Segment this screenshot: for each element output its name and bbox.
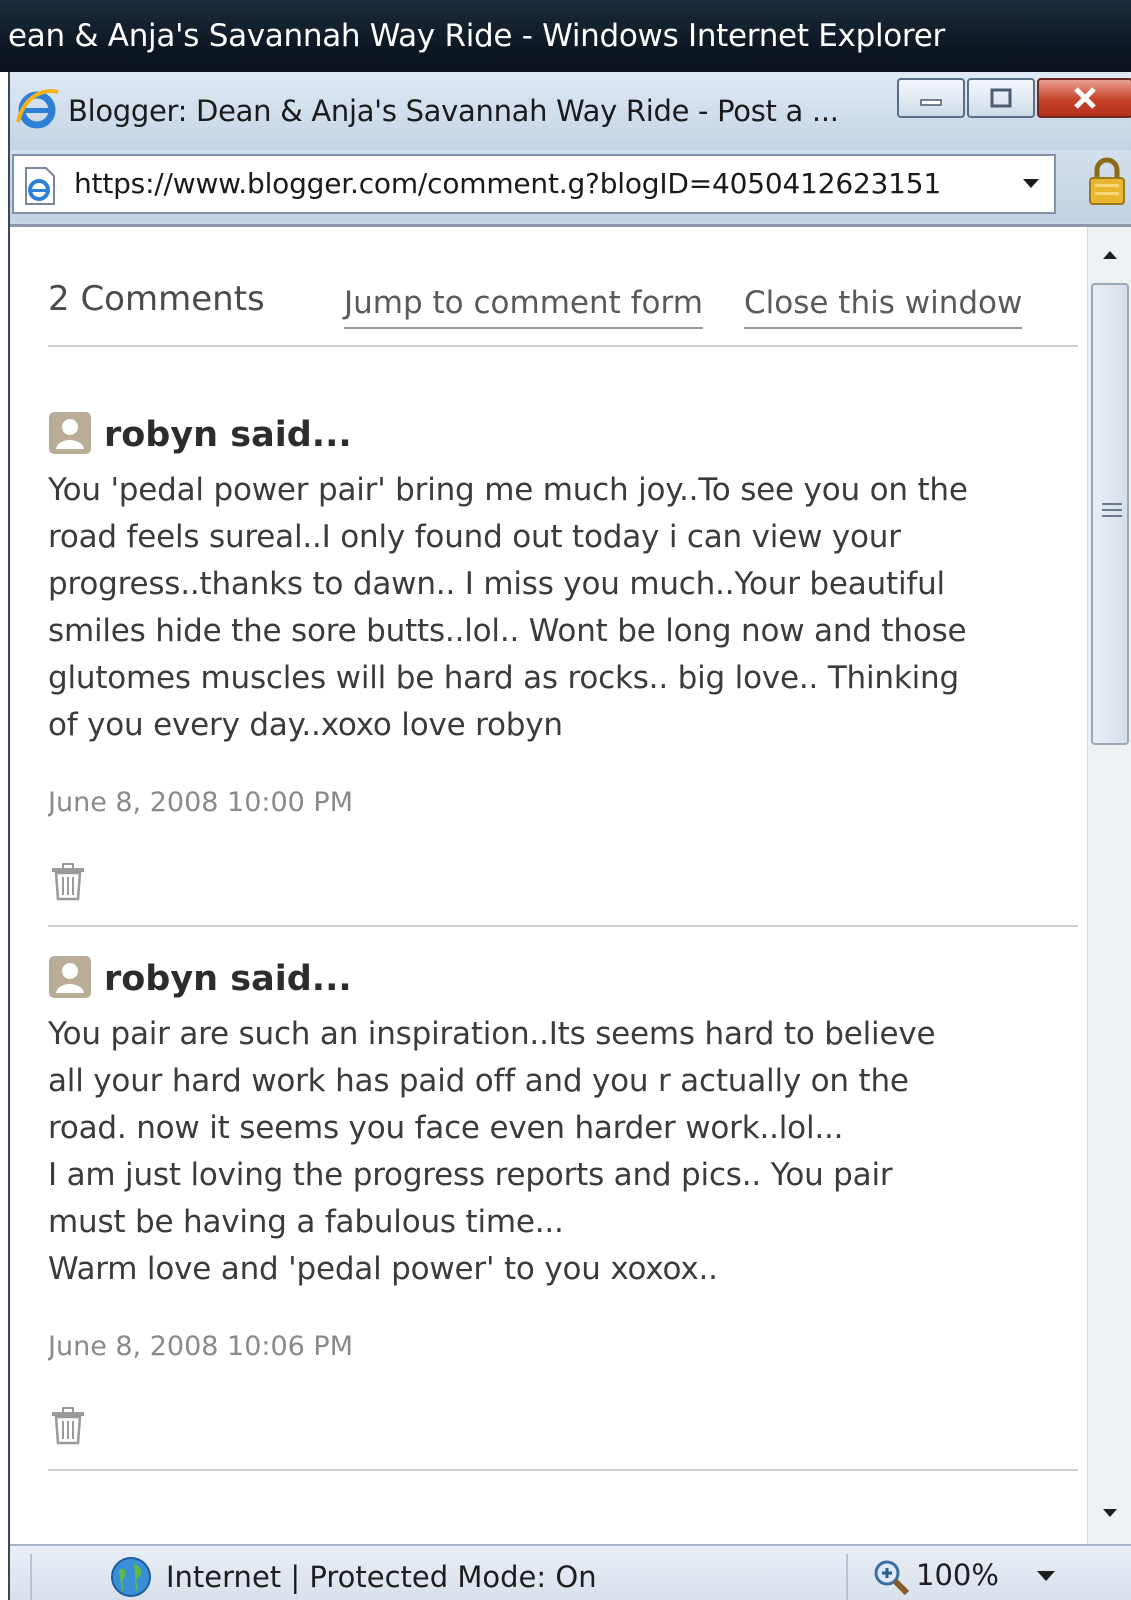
comment-line: I am just loving the progress reports an… bbox=[48, 1157, 893, 1193]
jump-to-comment-form-link[interactable]: Jump to comment form bbox=[344, 285, 703, 329]
comment-line: road. now it seems you face even harder … bbox=[48, 1110, 844, 1146]
status-bar: Internet | Protected Mode: On 100% bbox=[10, 1544, 1131, 1600]
popup-title-bar: Blogger: Dean & Anja's Savannah Way Ride… bbox=[10, 72, 1131, 150]
comment-author[interactable]: robyn said... bbox=[104, 415, 352, 455]
close-icon bbox=[1039, 80, 1131, 116]
outer-window-title: ean & Anja's Savannah Way Ride - Windows… bbox=[0, 0, 1131, 72]
comments-count: 2 Comments bbox=[48, 279, 265, 319]
address-bar: https://www.blogger.com/comment.g?blogID… bbox=[10, 150, 1131, 222]
ie-logo-icon bbox=[16, 89, 59, 129]
trash-icon[interactable] bbox=[48, 861, 88, 901]
comment-line: glutomes muscles will be hard as rocks..… bbox=[48, 660, 959, 696]
comment-separator bbox=[48, 1469, 1078, 1471]
arrow-down-icon bbox=[1103, 1509, 1117, 1517]
comments-page: 2 Comments Jump to comment form Close th… bbox=[48, 227, 1078, 1547]
lock-icon[interactable] bbox=[1087, 156, 1127, 206]
close-this-window-link[interactable]: Close this window bbox=[744, 285, 1023, 329]
comment-author[interactable]: robyn said... bbox=[104, 959, 352, 999]
security-zone-text[interactable]: Internet | Protected Mode: On bbox=[166, 1546, 597, 1600]
comment-line: You pair are such an inspiration..Its se… bbox=[48, 1016, 936, 1052]
arrow-up-icon bbox=[1103, 251, 1117, 259]
comment-item: robyn said... You pair are such an inspi… bbox=[48, 955, 1078, 1471]
scroll-up-button[interactable] bbox=[1088, 233, 1131, 277]
maximize-button[interactable] bbox=[967, 78, 1035, 118]
zoom-dropdown-icon[interactable] bbox=[1036, 1570, 1056, 1582]
comment-timestamp[interactable]: June 8, 2008 10:06 PM bbox=[48, 1331, 1078, 1371]
popup-window: Blogger: Dean & Anja's Savannah Way Ride… bbox=[8, 72, 1131, 1600]
user-avatar-icon bbox=[49, 956, 91, 998]
minimize-button[interactable] bbox=[897, 78, 965, 118]
comment-author-row: robyn said... bbox=[48, 955, 1078, 1001]
comment-line: road feels sureal..I only found out toda… bbox=[48, 519, 901, 555]
comment-author-row: robyn said... bbox=[48, 411, 1078, 457]
status-divider bbox=[846, 1554, 848, 1600]
vertical-scrollbar[interactable] bbox=[1087, 227, 1131, 1547]
magnifier-icon[interactable] bbox=[872, 1558, 910, 1596]
globe-icon bbox=[111, 1557, 151, 1597]
address-dropdown-icon[interactable] bbox=[1022, 178, 1040, 190]
comment-line: progress..thanks to dawn.. I miss you mu… bbox=[48, 566, 945, 602]
address-url[interactable]: https://www.blogger.com/comment.g?blogID… bbox=[74, 156, 1014, 212]
minimize-icon bbox=[899, 80, 963, 116]
close-window-button[interactable] bbox=[1037, 78, 1131, 118]
content-frame: 2 Comments Jump to comment form Close th… bbox=[10, 224, 1131, 1547]
comment-body: You 'pedal power pair' bring me much joy… bbox=[48, 467, 1048, 749]
window-controls bbox=[895, 78, 1131, 118]
comment-separator bbox=[48, 925, 1078, 927]
zoom-level[interactable]: 100% bbox=[916, 1546, 999, 1600]
page-icon bbox=[25, 167, 55, 205]
comment-timestamp[interactable]: June 8, 2008 10:00 PM bbox=[48, 787, 1078, 827]
scroll-thumb[interactable] bbox=[1091, 283, 1129, 745]
comment-line: smiles hide the sore butts..lol.. Wont b… bbox=[48, 613, 967, 649]
user-avatar-icon bbox=[49, 412, 91, 454]
scroll-grip-icon bbox=[1102, 503, 1122, 521]
comment-line: all your hard work has paid off and you … bbox=[48, 1063, 909, 1099]
trash-icon[interactable] bbox=[48, 1405, 88, 1445]
comment-line: You 'pedal power pair' bring me much joy… bbox=[48, 472, 968, 508]
comment-line: of you every day..xoxo love robyn bbox=[48, 707, 563, 743]
popup-title: Blogger: Dean & Anja's Savannah Way Ride… bbox=[68, 94, 839, 128]
comment-line: must be having a fabulous time... bbox=[48, 1204, 564, 1240]
comment-body: You pair are such an inspiration..Its se… bbox=[48, 1011, 1048, 1293]
comment-item: robyn said... You 'pedal power pair' bri… bbox=[48, 411, 1078, 927]
comments-header: 2 Comments Jump to comment form Close th… bbox=[48, 279, 1078, 347]
scroll-down-button[interactable] bbox=[1088, 1491, 1131, 1535]
status-divider bbox=[30, 1554, 32, 1600]
maximize-icon bbox=[969, 80, 1033, 116]
address-field[interactable]: https://www.blogger.com/comment.g?blogID… bbox=[12, 154, 1056, 214]
comment-line: Warm love and 'pedal power' to you xoxox… bbox=[48, 1251, 718, 1287]
